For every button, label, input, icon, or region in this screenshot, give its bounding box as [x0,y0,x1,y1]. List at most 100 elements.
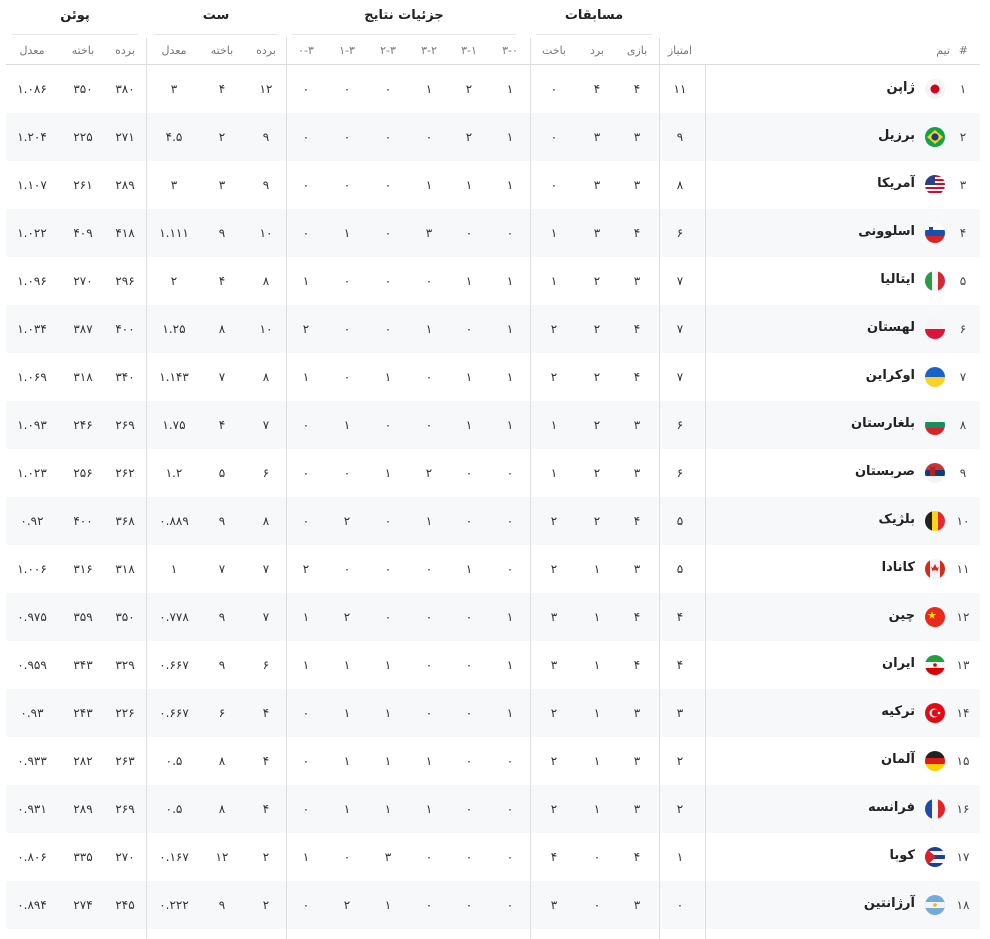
team-name[interactable]: اوکراین [866,368,915,383]
sets-ratio-cell: ۰.۶۶۷ [159,706,189,720]
team-name[interactable]: صربستان [855,464,915,479]
table-row[interactable]: ۶ لهستان ۷ ۴ ۲ ۲ ۱ ۰ ۱ ۰ ۰ ۲ ۱۰ ۸ ۱.۲۵ ۴۰۰ ۳۸۷ ۱.۰۳۴ [6,305,980,353]
r31-cell: ۰ [465,322,473,336]
col-points-ratio-header[interactable]: معدل [15,44,49,57]
table-row[interactable]: ۹ صربستان ۶ ۳ ۲ ۱ ۰ ۰ ۲ ۱ ۰ ۰ ۶ ۵ ۱.۲ ۲۶۲ ۲۵۶ ۱.۰۲۳ [6,449,980,497]
r32-cell: ۳ [425,226,433,240]
col-r13-header[interactable]: ۱-۳ [330,44,364,57]
won-cell: ۲ [593,274,601,288]
col-lost-header[interactable]: باخت [537,44,571,57]
table-row[interactable]: ۷ اوکراین ۷ ۴ ۲ ۲ ۱ ۱ ۰ ۱ ۰ ۱ ۸ ۷ ۱.۱۴۳ ۳۴۰ ۳۱۸ ۱.۰۶۹ [6,353,980,401]
sets-won-cell: ۱۰ [259,322,273,336]
col-r03-header[interactable]: ۰-۳ [289,44,323,57]
col-played-header[interactable]: بازی [620,44,654,57]
r23-cell: ۱ [384,658,392,672]
team-name[interactable]: کوبا [890,848,915,863]
group-label-points: پوئن [60,8,90,23]
table-row[interactable]: ۱۸ آرژانتین ۰ ۳ ۰ ۳ ۰ ۰ ۰ ۱ ۲ ۰ ۲ ۹ ۰.۲۲۲ ۲۴۵ ۲۷۴ ۰.۸۹۴ [6,881,980,929]
table-row[interactable]: ۴ اسلوونی ۶ ۴ ۳ ۱ ۰ ۰ ۳ ۰ ۱ ۰ ۱۰ ۹ ۱.۱۱۱ ۴۱۸ ۴۰۹ ۱.۰۲۲ [6,209,980,257]
r31-cell: ۱ [465,562,473,576]
team-name[interactable]: چین [889,608,915,623]
iran-flag-icon [925,655,945,675]
points-lost-cell: ۲۷۰ [73,274,93,288]
table-row[interactable]: ۳ آمریکا ۸ ۳ ۳ ۰ ۱ ۱ ۱ ۰ ۰ ۰ ۹ ۳ ۳ ۲۸۹ ۲۶۱ ۱.۱۰۷ [6,161,980,209]
col-sets-lost-header[interactable]: باخته [205,44,239,57]
col-sets-ratio-header[interactable]: معدل [157,44,191,57]
sets-won-cell: ۷ [262,418,270,432]
col-points-won-header[interactable]: برده [108,44,142,57]
table-row[interactable]: ۸ بلغارستان ۶ ۳ ۲ ۱ ۱ ۱ ۰ ۰ ۱ ۰ ۷ ۴ ۱.۷۵ ۲۶۹ ۲۴۶ ۱.۰۹۳ [6,401,980,449]
sets-ratio-cell: ۰.۲۲۲ [159,898,189,912]
points-lost-cell: ۲۸۲ [73,754,93,768]
table-row[interactable]: ۲ برزیل ۹ ۳ ۳ ۰ ۱ ۲ ۰ ۰ ۰ ۰ ۹ ۲ ۴.۵ ۲۷۱ ۲۲۵ ۱.۲۰۴ [6,113,980,161]
points-lost-cell: ۳۴۳ [73,658,93,672]
team-name[interactable]: آلمان [881,752,915,767]
col-score-header[interactable]: امتیاز [663,44,697,57]
team-name[interactable]: بلژیک [879,512,915,527]
table-row[interactable]: ۱۰ بلژیک ۵ ۴ ۲ ۲ ۰ ۰ ۱ ۰ ۲ ۰ ۸ ۹ ۰.۸۸۹ ۳۶۸ ۴۰۰ ۰.۹۲ [6,497,980,545]
r03-cell: ۱ [302,658,310,672]
points-won-cell: ۲۹۶ [115,274,135,288]
points-ratio-cell: ۱.۰۳۴ [17,322,47,336]
team-name[interactable]: لهستان [867,320,915,335]
team-name[interactable]: فرانسه [868,800,915,815]
team-name[interactable]: آمریکا [877,176,915,191]
table-row[interactable]: ۱۱ کانادا ۵ ۳ ۱ ۲ ۰ ۱ ۰ ۰ ۰ ۲ ۷ ۷ ۱ ۳۱۸ ۳۱۶ ۱.۰۰۶ [6,545,980,593]
r03-cell: ۰ [302,178,310,192]
rank-cell: ۹ [959,466,967,480]
points-ratio-cell: ۰.۹۲ [20,514,44,528]
score-cell: ۵ [676,562,684,576]
belgium-flag-icon [925,511,945,531]
r23-cell: ۱ [384,466,392,480]
rank-cell: ۷ [959,370,967,384]
col-r30-header[interactable]: ۳-۰ [493,44,527,57]
team-name[interactable]: ژاپن [886,80,915,95]
col-sets-won-header[interactable]: برده [249,44,283,57]
table-row[interactable]: ۱۴ ترکیه ۳ ۳ ۱ ۲ ۱ ۰ ۰ ۱ ۱ ۰ ۴ ۶ ۰.۶۶۷ ۲۲۶ ۲۴۳ ۰.۹۳ [6,689,980,737]
r03-cell: ۰ [302,418,310,432]
col-r32-header[interactable]: ۳-۲ [412,44,446,57]
r32-cell: ۰ [425,898,433,912]
team-name[interactable]: ایتالیا [880,272,915,287]
sets-lost-cell: ۳ [218,178,226,192]
col-rank-header[interactable]: # [959,44,968,57]
group-header-sets: ست [154,0,278,35]
bulgaria-flag-icon [925,415,945,435]
team-name[interactable]: اسلوونی [858,224,915,239]
table-row[interactable]: ۱۵ آلمان ۲ ۳ ۱ ۲ ۰ ۰ ۱ ۱ ۱ ۰ ۴ ۸ ۰.۵ ۲۶۳ ۲۸۲ ۰.۹۳۳ [6,737,980,785]
team-name[interactable]: ترکیه [881,704,915,719]
col-r23-header[interactable]: ۲-۳ [371,44,405,57]
sets-won-cell: ۲ [262,850,270,864]
team-name[interactable]: آرژانتین [864,896,915,911]
table-row[interactable]: ۱۲ چین ۴ ۴ ۱ ۳ ۱ ۰ ۰ ۰ ۲ ۱ ۷ ۹ ۰.۷۷۸ ۳۵۰ ۳۵۹ ۰.۹۷۵ [6,593,980,641]
table-row[interactable]: ۱۶ فرانسه ۲ ۳ ۱ ۲ ۰ ۰ ۱ ۱ ۱ ۰ ۴ ۸ ۰.۵ ۲۶۹ ۲۸۹ ۰.۹۳۱ [6,785,980,833]
r32-cell: ۱ [425,514,433,528]
r30-cell: ۰ [506,850,514,864]
points-ratio-cell: ۰.۹۵۹ [17,658,47,672]
col-r31-header[interactable]: ۳-۱ [452,44,486,57]
won-cell: ۲ [593,466,601,480]
table-row[interactable]: ۵ ایتالیا ۷ ۳ ۲ ۱ ۱ ۱ ۰ ۰ ۰ ۱ ۸ ۴ ۲ ۲۹۶ ۲۷۰ ۱.۰۹۶ [6,257,980,305]
points-won-cell: ۲۲۶ [115,706,135,720]
team-name[interactable]: کانادا [882,560,915,575]
team-name[interactable]: بلغارستان [851,416,915,431]
won-cell: ۳ [593,130,601,144]
points-lost-cell: ۲۶۱ [73,178,93,192]
r30-cell: ۱ [506,706,514,720]
team-name[interactable]: برزیل [878,128,915,143]
team-name[interactable]: ایران [882,656,915,671]
table-row[interactable]: ۱۷ کوبا ۱ ۴ ۰ ۴ ۰ ۰ ۰ ۳ ۰ ۱ ۲ ۱۲ ۰.۱۶۷ ۲۷۰ ۳۳۵ ۰.۸۰۶ [6,833,980,881]
sets-won-cell: ۴ [262,706,270,720]
sets-ratio-cell: ۳ [170,82,178,96]
col-won-header[interactable]: برد [580,44,614,57]
col-team-header[interactable]: تیم [936,44,950,57]
sets-won-cell: ۶ [262,658,270,672]
col-points-lost-header[interactable]: باخته [66,44,100,57]
table-row[interactable]: ۱۳ ایران ۴ ۴ ۱ ۳ ۱ ۰ ۰ ۱ ۱ ۱ ۶ ۹ ۰.۶۶۷ ۳۲۹ ۳۴۳ ۰.۹۵۹ [6,641,980,689]
r13-cell: ۱ [343,226,351,240]
r30-cell: ۱ [506,322,514,336]
table-row[interactable]: ۱ ژاپن ۱۱ ۴ ۴ ۰ ۱ ۲ ۱ ۰ ۰ ۰ ۱۲ ۴ ۳ ۳۸۰ ۳۵۰ ۱.۰۸۶ [6,65,980,113]
won-cell: ۰ [593,850,601,864]
won-cell: ۱ [593,658,601,672]
score-cell: ۰ [676,898,684,912]
